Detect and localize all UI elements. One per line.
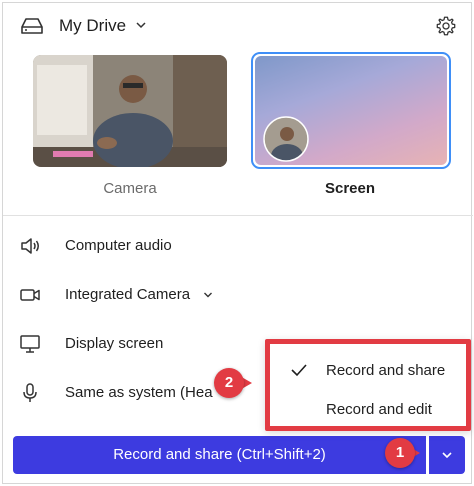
divider: [3, 215, 473, 216]
camera-bubble: [263, 116, 309, 162]
computer-audio-label: Computer audio: [65, 237, 172, 254]
record-and-share-button[interactable]: Record and share (Ctrl+Shift+2): [13, 436, 426, 474]
screen-preview: [255, 56, 447, 165]
menu-item-label: Record and share: [326, 362, 446, 379]
screen-source-card[interactable]: [251, 52, 451, 169]
camera-source-label: Camera: [103, 180, 157, 197]
record-options-dropdown-button[interactable]: [429, 436, 465, 474]
header: My Drive: [3, 3, 473, 49]
microphone-label: Same as system (Hea: [65, 384, 213, 401]
camera-device-label: Integrated Camera: [65, 286, 191, 303]
gear-icon[interactable]: [435, 15, 457, 37]
check-icon: [291, 364, 307, 377]
drive-icon: [21, 18, 43, 34]
camera-source-card[interactable]: [33, 55, 227, 167]
drive-selector[interactable]: My Drive: [59, 16, 126, 36]
camera-device-selector[interactable]: Integrated Camera: [3, 275, 473, 315]
menu-item-record-and-edit[interactable]: Record and edit: [270, 390, 466, 428]
camera-icon: [20, 289, 40, 301]
recorder-panel: My Drive Camera Screen Computer audio In…: [2, 2, 473, 484]
display-screen-label: Display screen: [65, 335, 164, 352]
chevron-down-icon: [442, 452, 452, 459]
monitor-icon: [20, 335, 40, 353]
camera-preview-image: [33, 55, 227, 167]
chevron-down-icon: [204, 292, 212, 298]
speaker-icon: [21, 238, 39, 254]
menu-item-label: Record and edit: [326, 401, 432, 418]
microphone-icon: [23, 383, 37, 402]
callout-badge-2: 2: [214, 368, 244, 398]
menu-item-record-and-share[interactable]: Record and share: [270, 351, 466, 389]
record-mode-menu: Record and share Record and edit: [265, 339, 471, 431]
computer-audio-option[interactable]: Computer audio: [3, 226, 473, 266]
chevron-down-icon[interactable]: [135, 19, 147, 31]
screen-source-label: Screen: [324, 180, 376, 197]
callout-badge-1: 1: [385, 438, 415, 468]
